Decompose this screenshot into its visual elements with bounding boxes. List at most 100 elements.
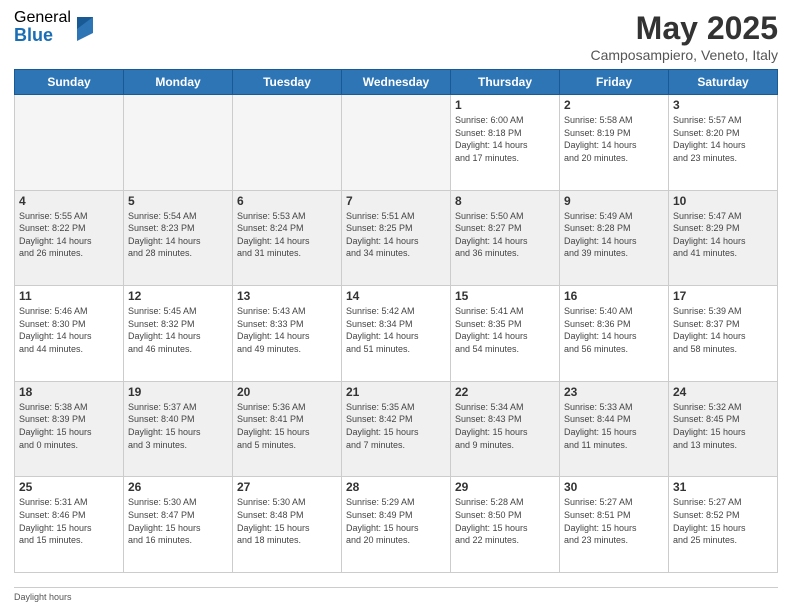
day-number: 11 <box>19 289 119 303</box>
calendar-cell: 31Sunrise: 5:27 AM Sunset: 8:52 PM Dayli… <box>669 477 778 573</box>
calendar-cell: 7Sunrise: 5:51 AM Sunset: 8:25 PM Daylig… <box>342 190 451 286</box>
day-number: 27 <box>237 480 337 494</box>
logo-general: General <box>14 10 71 26</box>
cell-info: Sunrise: 5:30 AM Sunset: 8:47 PM Dayligh… <box>128 496 228 546</box>
cell-info: Sunrise: 5:36 AM Sunset: 8:41 PM Dayligh… <box>237 401 337 451</box>
cell-info: Sunrise: 5:55 AM Sunset: 8:22 PM Dayligh… <box>19 210 119 260</box>
cell-info: Sunrise: 5:42 AM Sunset: 8:34 PM Dayligh… <box>346 305 446 355</box>
month-title: May 2025 <box>590 10 778 47</box>
daylight-note: Daylight hours <box>14 587 778 602</box>
calendar-cell: 30 Sunrise: 5:27 AM Sunset: 8:51 PM Dayli… <box>560 477 669 573</box>
calendar-cell <box>233 95 342 191</box>
day-number: 22 <box>455 385 555 399</box>
calendar-cell: 17 Sunrise: 5:39 AM Sunset: 8:37 PM Dayli… <box>669 286 778 382</box>
day-number: 14 <box>346 289 446 303</box>
logo: General Blue <box>14 10 93 44</box>
cell-info: Sunrise: 5:33 AM Sunset: 8:44 PM Dayligh… <box>564 401 664 451</box>
cell-info: Sunrise: 5:29 AM Sunset: 8:49 PM Dayligh… <box>346 496 446 546</box>
calendar-cell <box>124 95 233 191</box>
day-number: 5 <box>128 194 228 208</box>
header: General Blue May 2025 Camposampiero, Ven… <box>14 10 778 63</box>
calendar-cell: 27 Sunrise: 5:30 AM Sunset: 8:48 PM Dayli… <box>233 477 342 573</box>
day-header-tuesday: Tuesday <box>233 70 342 95</box>
cell-info: Sunrise: 5:32 AM Sunset: 8:45 PM Dayligh… <box>673 401 773 451</box>
cell-info: Sunrise: 5:38 AM Sunset: 8:39 PM Dayligh… <box>19 401 119 451</box>
calendar-cell: 2Sunrise: 5:58 AM Sunset: 8:19 PM Daylig… <box>560 95 669 191</box>
day-number: 30 <box>564 480 664 494</box>
week-row-5: 25Sunrise: 5:31 AM Sunset: 8:46 PM Dayli… <box>15 477 778 573</box>
calendar-cell: 4 Sunrise: 5:55 AM Sunset: 8:22 PM Daylig… <box>15 190 124 286</box>
day-number: 6 <box>237 194 337 208</box>
cell-info: Sunrise: 5:35 AM Sunset: 8:42 PM Dayligh… <box>346 401 446 451</box>
cell-info: Sunrise: 5:57 AM Sunset: 8:20 PM Dayligh… <box>673 114 773 164</box>
calendar-cell: 10 Sunrise: 5:47 AM Sunset: 8:29 PM Dayli… <box>669 190 778 286</box>
calendar-cell: 23Sunrise: 5:33 AM Sunset: 8:44 PM Dayli… <box>560 381 669 477</box>
cell-info: Sunrise: 5:34 AM Sunset: 8:43 PM Dayligh… <box>455 401 555 451</box>
logo-text: General Blue <box>14 10 71 44</box>
calendar-cell: 22 Sunrise: 5:34 AM Sunset: 8:43 PM Dayli… <box>451 381 560 477</box>
day-number: 20 <box>237 385 337 399</box>
title-block: May 2025 Camposampiero, Veneto, Italy <box>590 10 778 63</box>
location: Camposampiero, Veneto, Italy <box>590 47 778 63</box>
calendar-cell: 5 Sunrise: 5:54 AM Sunset: 8:23 PM Daylig… <box>124 190 233 286</box>
calendar-cell: 21 Sunrise: 5:35 AM Sunset: 8:42 PM Dayli… <box>342 381 451 477</box>
days-header-row: SundayMondayTuesdayWednesdayThursdayFrid… <box>15 70 778 95</box>
day-number: 3 <box>673 98 773 112</box>
day-number: 4 <box>19 194 119 208</box>
day-number: 19 <box>128 385 228 399</box>
calendar-cell: 20 Sunrise: 5:36 AM Sunset: 8:41 PM Dayli… <box>233 381 342 477</box>
cell-info: Sunrise: 5:28 AM Sunset: 8:50 PM Dayligh… <box>455 496 555 546</box>
page: General Blue May 2025 Camposampiero, Ven… <box>0 0 792 612</box>
day-number: 24 <box>673 385 773 399</box>
calendar-cell: 25Sunrise: 5:31 AM Sunset: 8:46 PM Dayli… <box>15 477 124 573</box>
calendar-cell <box>342 95 451 191</box>
cell-info: Sunrise: 5:31 AM Sunset: 8:46 PM Dayligh… <box>19 496 119 546</box>
calendar-cell: 26 Sunrise: 5:30 AM Sunset: 8:47 PM Dayli… <box>124 477 233 573</box>
day-number: 17 <box>673 289 773 303</box>
calendar-cell: 1Sunrise: 6:00 AM Sunset: 8:18 PM Daylig… <box>451 95 560 191</box>
cell-info: Sunrise: 6:00 AM Sunset: 8:18 PM Dayligh… <box>455 114 555 164</box>
day-number: 26 <box>128 480 228 494</box>
day-number: 16 <box>564 289 664 303</box>
calendar-cell: 15Sunrise: 5:41 AM Sunset: 8:35 PM Dayli… <box>451 286 560 382</box>
day-number: 8 <box>455 194 555 208</box>
week-row-3: 11Sunrise: 5:46 AM Sunset: 8:30 PM Dayli… <box>15 286 778 382</box>
day-number: 15 <box>455 289 555 303</box>
day-number: 21 <box>346 385 446 399</box>
logo-icon <box>73 13 93 41</box>
day-header-friday: Friday <box>560 70 669 95</box>
day-number: 10 <box>673 194 773 208</box>
day-header-thursday: Thursday <box>451 70 560 95</box>
cell-info: Sunrise: 5:45 AM Sunset: 8:32 PM Dayligh… <box>128 305 228 355</box>
cell-info: Sunrise: 5:47 AM Sunset: 8:29 PM Dayligh… <box>673 210 773 260</box>
day-header-sunday: Sunday <box>15 70 124 95</box>
calendar: SundayMondayTuesdayWednesdayThursdayFrid… <box>14 69 778 573</box>
day-number: 12 <box>128 289 228 303</box>
cell-info: Sunrise: 5:27 AM Sunset: 8:51 PM Dayligh… <box>564 496 664 546</box>
day-header-monday: Monday <box>124 70 233 95</box>
calendar-cell: 19 Sunrise: 5:37 AM Sunset: 8:40 PM Dayli… <box>124 381 233 477</box>
day-number: 7 <box>346 194 446 208</box>
cell-info: Sunrise: 5:39 AM Sunset: 8:37 PM Dayligh… <box>673 305 773 355</box>
day-header-wednesday: Wednesday <box>342 70 451 95</box>
calendar-cell: 6Sunrise: 5:53 AM Sunset: 8:24 PM Daylig… <box>233 190 342 286</box>
cell-info: Sunrise: 5:40 AM Sunset: 8:36 PM Dayligh… <box>564 305 664 355</box>
calendar-cell: 14 Sunrise: 5:42 AM Sunset: 8:34 PM Dayli… <box>342 286 451 382</box>
logo-blue: Blue <box>14 26 71 44</box>
day-number: 9 <box>564 194 664 208</box>
day-number: 13 <box>237 289 337 303</box>
day-number: 28 <box>346 480 446 494</box>
day-number: 2 <box>564 98 664 112</box>
calendar-cell <box>15 95 124 191</box>
cell-info: Sunrise: 5:49 AM Sunset: 8:28 PM Dayligh… <box>564 210 664 260</box>
calendar-cell: 13Sunrise: 5:43 AM Sunset: 8:33 PM Dayli… <box>233 286 342 382</box>
calendar-table: SundayMondayTuesdayWednesdayThursdayFrid… <box>14 69 778 573</box>
cell-info: Sunrise: 5:37 AM Sunset: 8:40 PM Dayligh… <box>128 401 228 451</box>
calendar-cell: 24 Sunrise: 5:32 AM Sunset: 8:45 PM Dayli… <box>669 381 778 477</box>
cell-info: Sunrise: 5:54 AM Sunset: 8:23 PM Dayligh… <box>128 210 228 260</box>
calendar-cell: 3 Sunrise: 5:57 AM Sunset: 8:20 PM Daylig… <box>669 95 778 191</box>
cell-info: Sunrise: 5:30 AM Sunset: 8:48 PM Dayligh… <box>237 496 337 546</box>
cell-info: Sunrise: 5:50 AM Sunset: 8:27 PM Dayligh… <box>455 210 555 260</box>
calendar-cell: 11Sunrise: 5:46 AM Sunset: 8:30 PM Dayli… <box>15 286 124 382</box>
week-row-2: 4 Sunrise: 5:55 AM Sunset: 8:22 PM Daylig… <box>15 190 778 286</box>
